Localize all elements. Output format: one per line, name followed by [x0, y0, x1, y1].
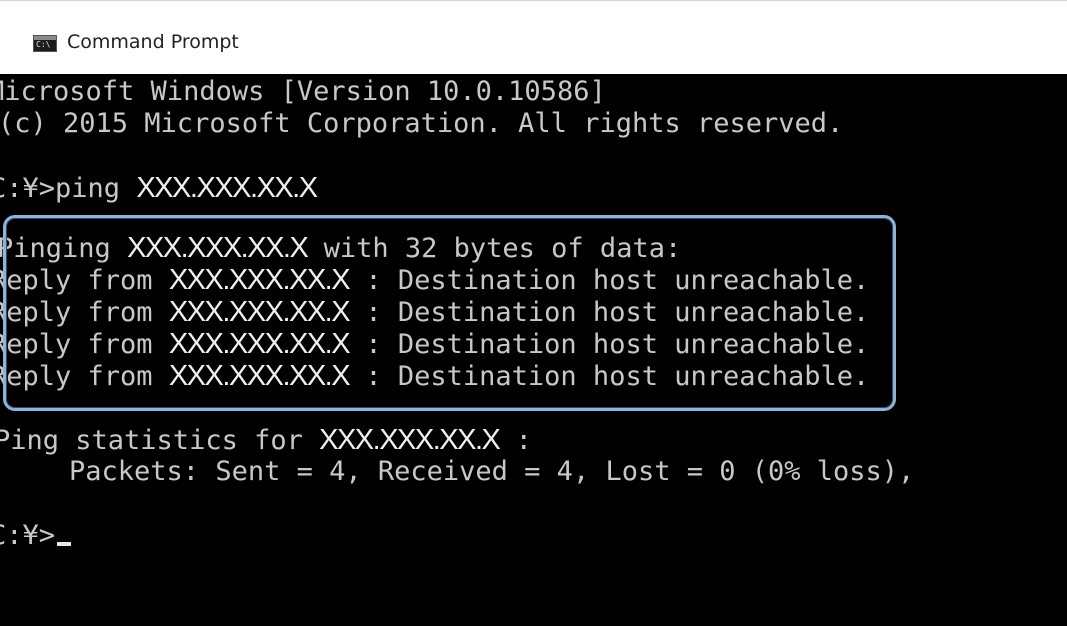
stats-line: Ping statistics for XXX.XXX.XX.X : — [0, 424, 532, 456]
reply-line: Reply from XXX.XXX.XX.X : Destination ho… — [0, 264, 869, 296]
prompt-text: C:¥> — [0, 173, 56, 204]
console-output[interactable]: Microsoft Windows [Version 10.0.10586] (… — [0, 74, 1067, 626]
reply-suffix: : Destination host unreachable. — [365, 297, 870, 328]
reply-suffix: : Destination host unreachable. — [365, 329, 870, 360]
packets-line: Packets: Sent = 4, Received = 4, Lost = … — [4, 456, 915, 487]
reply-line: Reply from XXX.XXX.XX.X : Destination ho… — [0, 296, 869, 328]
copyright-line: (c) 2015 Microsoft Corporation. All righ… — [0, 108, 844, 139]
cmd-icon-glyph: C:\ — [36, 40, 51, 49]
reply-line: Reply from XXX.XXX.XX.X : Destination ho… — [0, 360, 869, 392]
final-prompt-line[interactable]: C:¥> — [0, 520, 72, 552]
stats-prefix: Ping statistics for — [0, 425, 303, 456]
pinging-prefix: Pinging — [0, 233, 111, 264]
reply-suffix: : Destination host unreachable. — [365, 265, 870, 296]
text-cursor — [57, 542, 72, 546]
reply-prefix: Reply from — [0, 329, 153, 360]
ip-address: XXX.XXX.XX.X — [168, 328, 351, 360]
final-prompt-text: C:¥> — [0, 520, 56, 551]
ip-address: XXX.XXX.XX.X — [136, 172, 318, 204]
ip-address: XXX.XXX.XX.X — [168, 264, 351, 296]
title-bar[interactable]: C:\ Command Prompt — [0, 0, 1067, 74]
ip-address: XXX.XXX.XX.X — [168, 296, 351, 328]
pinging-suffix: with 32 bytes of data: — [323, 233, 682, 264]
window-title: Command Prompt — [67, 31, 239, 53]
cmd-icon: C:\ — [33, 35, 57, 52]
reply-prefix: Reply from — [0, 297, 153, 328]
stats-suffix: : — [515, 425, 532, 456]
pinging-line: Pinging XXX.XXX.XX.X with 32 bytes of da… — [0, 232, 681, 264]
version-line: Microsoft Windows [Version 10.0.10586] — [0, 76, 606, 107]
reply-suffix: : Destination host unreachable. — [365, 361, 870, 392]
ping-command-line: C:¥>ping XXX.XXX.XX.X — [0, 172, 318, 204]
reply-line: Reply from XXX.XXX.XX.X : Destination ho… — [0, 328, 869, 360]
reply-prefix: Reply from — [0, 265, 153, 296]
ip-address: XXX.XXX.XX.X — [168, 360, 351, 392]
command-text: ping — [55, 173, 121, 204]
ip-address: XXX.XXX.XX.X — [319, 424, 501, 456]
ip-address: XXX.XXX.XX.X — [127, 232, 309, 264]
command-prompt-window: C:\ Command Prompt Microsoft Windows [Ve… — [0, 0, 1067, 626]
reply-prefix: Reply from — [0, 361, 153, 392]
